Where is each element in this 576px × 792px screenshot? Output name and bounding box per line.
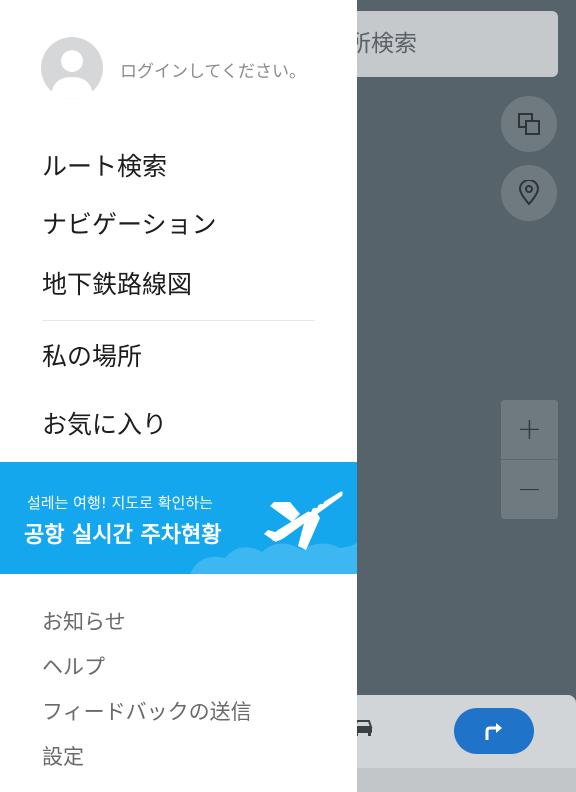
layers-button[interactable]: [501, 96, 557, 152]
layers-icon: [518, 113, 540, 135]
bottom-strip: [340, 768, 576, 792]
banner-title: 공항 실시간 주차현황: [24, 523, 222, 548]
menu-divider: [42, 320, 315, 321]
route-button[interactable]: [454, 708, 534, 754]
zoom-control: + −: [501, 400, 558, 519]
bottom-panel: [340, 695, 576, 792]
banner-subtitle: 설레는 여행! 지도로 확인하는: [27, 494, 213, 512]
menu-item-my-places[interactable]: 私の場所: [42, 337, 142, 373]
map-search-bar[interactable]: 所検索: [340, 11, 558, 77]
zoom-out-button[interactable]: −: [501, 460, 558, 519]
turn-right-arrow-icon: [485, 723, 502, 740]
menu-item-help[interactable]: ヘルプ: [42, 651, 105, 681]
login-prompt[interactable]: ログインしてください。: [120, 57, 306, 82]
menu-item-route-search[interactable]: ルート検索: [42, 147, 167, 183]
menu-item-feedback[interactable]: フィードバックの送信: [42, 696, 252, 726]
navigation-drawer: ログインしてください。 ルート検索 ナビゲーション 地下鉄路線図 私の場所 お気…: [0, 0, 357, 792]
location-pin-icon: [518, 180, 540, 206]
user-silhouette-icon: [51, 50, 93, 99]
zoom-in-button[interactable]: +: [501, 400, 558, 459]
avatar[interactable]: [41, 37, 103, 99]
menu-item-settings[interactable]: 設定: [42, 741, 84, 771]
map-search-text: 所検索: [348, 31, 417, 57]
menu-item-navigation[interactable]: ナビゲーション: [42, 205, 217, 241]
airplane-icon: [264, 491, 343, 550]
menu-item-notices[interactable]: お知らせ: [42, 606, 126, 636]
my-location-button[interactable]: [501, 165, 557, 221]
menu-item-favorites[interactable]: お気に入り: [42, 405, 167, 441]
promo-banner[interactable]: 설레는 여행! 지도로 확인하는 공항 실시간 주차현황: [0, 462, 357, 574]
menu-item-subway-map[interactable]: 地下鉄路線図: [42, 265, 192, 301]
